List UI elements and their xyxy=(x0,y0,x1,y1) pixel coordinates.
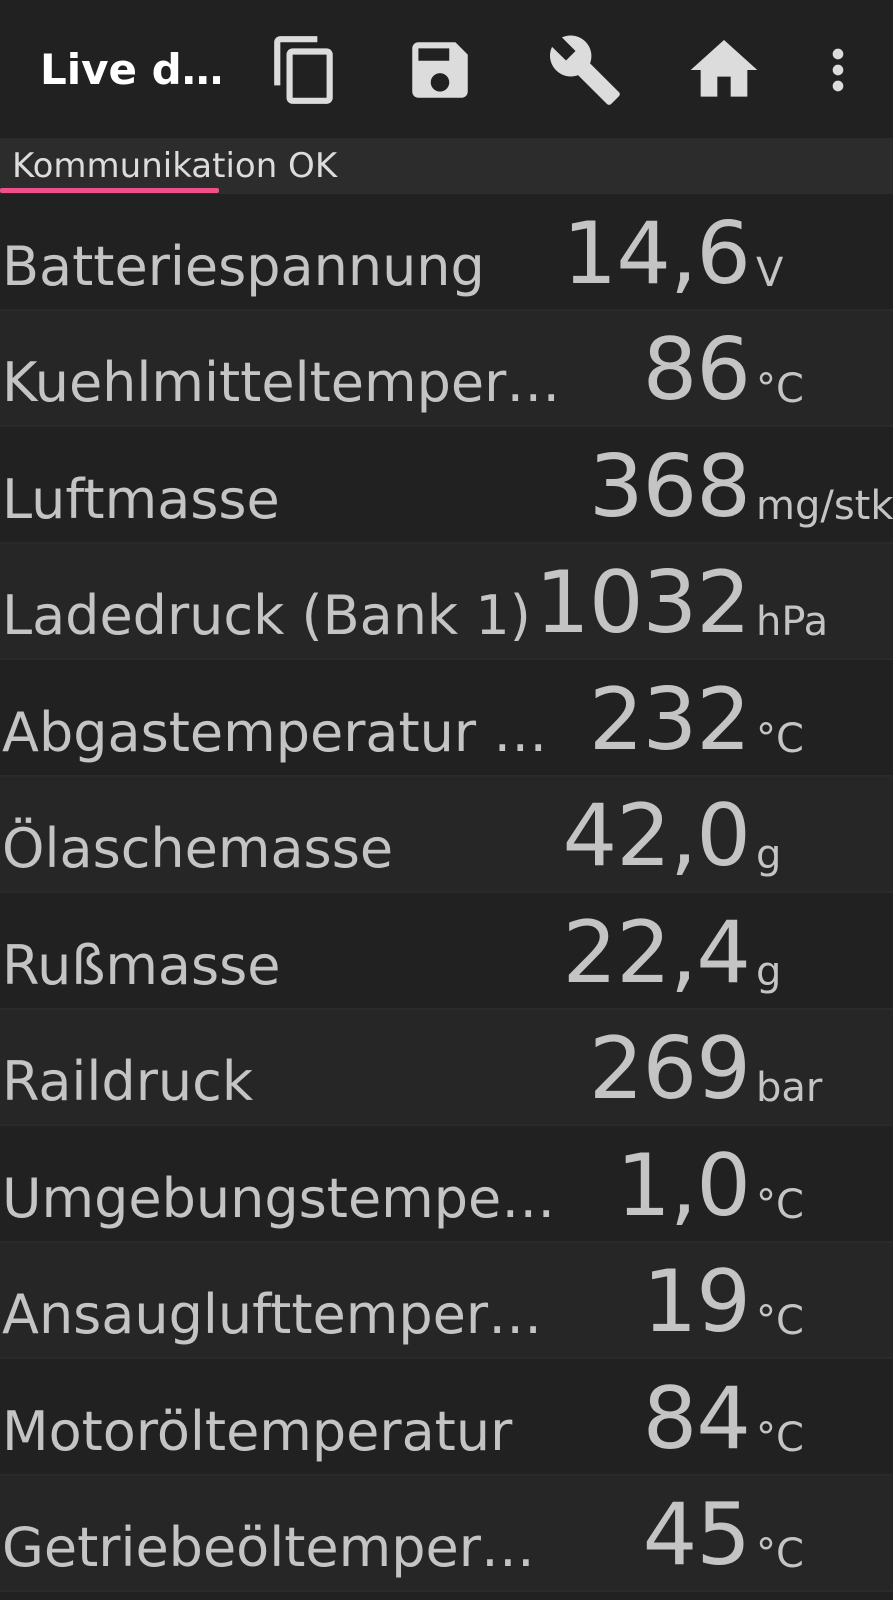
parameter-value: 269 xyxy=(588,1019,751,1119)
parameter-unit: °C xyxy=(756,1531,804,1577)
parameter-unit: V xyxy=(756,249,784,296)
parameter-value: 1032 xyxy=(535,553,751,653)
parameter-label: Kuehlmitteltemperatur xyxy=(2,351,562,414)
list-item[interactable]: Kuehlmitteltemperatur 86 °C xyxy=(0,310,893,427)
parameter-label: Luftmasse xyxy=(2,467,280,531)
parameter-unit: g xyxy=(756,832,782,878)
more-vert-icon xyxy=(832,48,844,92)
list-item[interactable]: Motoröltemperatur 84 °C xyxy=(0,1359,893,1476)
list-item[interactable]: Umgebungstemperatur 1,0°C xyxy=(0,1126,893,1243)
parameter-value: 42,0 xyxy=(562,786,751,886)
list-item[interactable]: Ladedruck (Bank 1) 1032 hPa xyxy=(0,543,893,660)
list-item[interactable]: Rußmasse 22,4 g xyxy=(0,893,893,1010)
wrench-icon xyxy=(550,35,620,105)
save-button[interactable] xyxy=(400,30,480,110)
list-item[interactable]: Raildruck 269 bar xyxy=(0,1009,893,1126)
live-data-list: Batteriespannung 14,6 V Kuehlmitteltempera… xyxy=(0,194,893,1592)
page-title: Live d… xyxy=(40,45,220,94)
parameter-unit: hPa xyxy=(756,599,829,645)
home-icon xyxy=(690,40,758,97)
list-item[interactable]: Batteriespannung 14,6 V xyxy=(0,194,893,311)
parameter-value: 84 xyxy=(642,1368,751,1469)
parameter-value: 45 xyxy=(642,1485,751,1585)
parameter-unit: mg/stk xyxy=(756,482,893,529)
list-item[interactable]: Luftmasse 368 mg/stk xyxy=(0,427,893,544)
parameter-label: Raildruck xyxy=(2,1050,254,1113)
parameter-unit: g xyxy=(756,948,782,995)
parameter-value: 1,0 xyxy=(616,1135,751,1236)
connection-status-text: Kommunikation OK xyxy=(12,146,338,186)
connection-status-bar: Kommunikation OK xyxy=(0,138,893,194)
parameter-unit: °C xyxy=(756,1298,804,1344)
parameter-value: 19 xyxy=(642,1252,751,1352)
list-item[interactable]: Ansauglufttemperatur 19 °C xyxy=(0,1242,893,1359)
parameter-value: 14,6 xyxy=(562,203,751,304)
list-item[interactable]: Getriebeöltemperatur 45 °C xyxy=(0,1475,893,1592)
parameter-label: Motoröltemperatur xyxy=(2,1399,513,1463)
parameter-value: 86 xyxy=(642,320,751,420)
settings-button[interactable] xyxy=(545,30,625,110)
parameter-value: 232 xyxy=(588,669,751,770)
parameter-label: Batteriespannung xyxy=(2,234,485,298)
parameter-label: Ansauglufttemperatur xyxy=(2,1283,562,1346)
parameter-unit: bar xyxy=(756,1065,823,1111)
parameter-label: Abgastemperatur (Ba… xyxy=(2,700,562,764)
home-button[interactable] xyxy=(684,30,764,110)
parameter-unit: °C xyxy=(756,1414,804,1461)
connection-progress-track xyxy=(0,188,893,193)
parameter-value: 22,4 xyxy=(562,902,751,1003)
parameter-label: Rußmasse xyxy=(2,933,281,997)
parameter-label: Getriebeöltemperatur xyxy=(2,1516,562,1579)
overflow-menu-button[interactable] xyxy=(798,30,878,110)
app-toolbar: Live d… xyxy=(0,0,893,138)
list-item[interactable]: Abgastemperatur (Ba… 232°C xyxy=(0,660,893,777)
list-item[interactable]: Ölaschemasse 42,0 g xyxy=(0,776,893,893)
parameter-label: Umgebungstemperatur xyxy=(2,1166,562,1230)
parameter-unit: °C xyxy=(756,366,804,412)
connection-progress-fill xyxy=(0,188,219,193)
parameter-label: Ladedruck (Bank 1) xyxy=(2,584,531,647)
copy-icon xyxy=(274,36,333,104)
parameter-value: 368 xyxy=(588,436,751,537)
save-icon xyxy=(412,42,468,98)
parameter-label: Ölaschemasse xyxy=(2,817,394,880)
copy-button[interactable] xyxy=(265,30,345,110)
parameter-unit: °C xyxy=(756,1181,804,1228)
parameter-unit: °C xyxy=(756,715,804,762)
